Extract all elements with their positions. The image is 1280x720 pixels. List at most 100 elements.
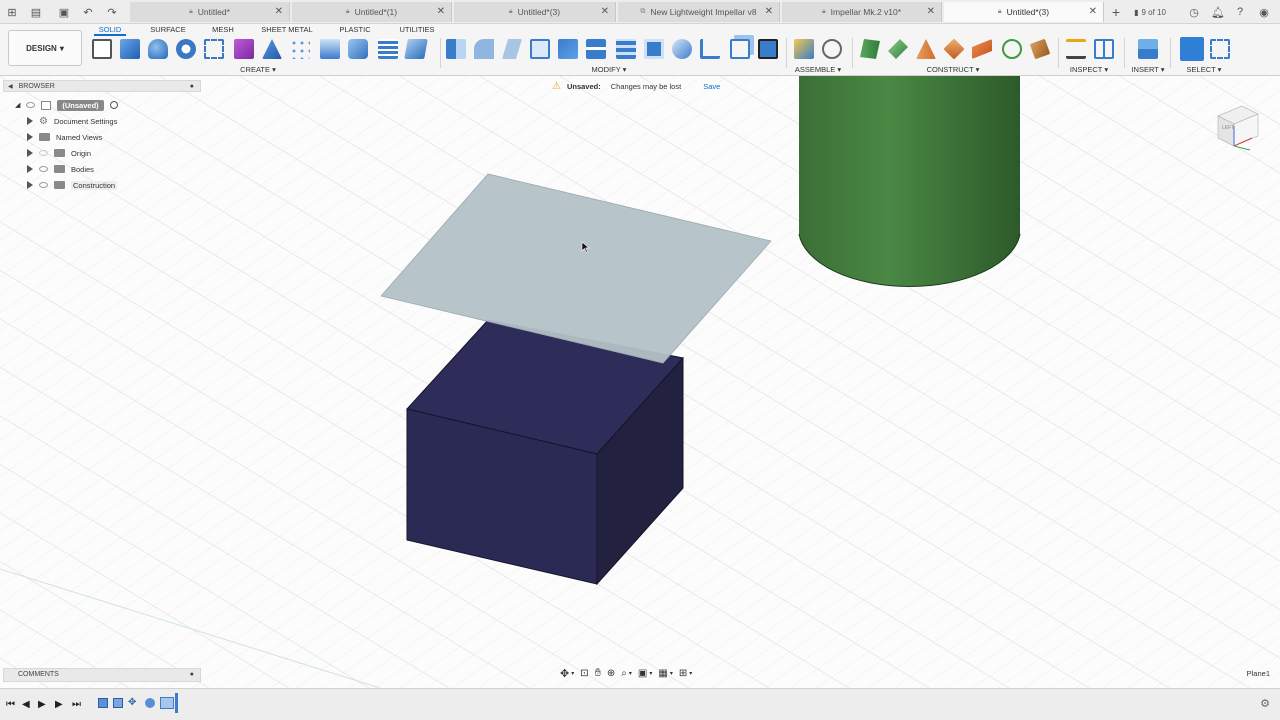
visibility-eye-icon[interactable]	[39, 182, 48, 188]
save-icon[interactable]: ▣	[56, 4, 72, 20]
measure-icon[interactable]	[1066, 39, 1086, 59]
close-tab-icon[interactable]: ✕	[1089, 6, 1097, 17]
document-tab[interactable]: 🔒︎ Untitled*(1) ✕	[292, 2, 452, 22]
play-icon[interactable]: ▶	[38, 699, 46, 710]
close-tab-icon[interactable]: ✕	[765, 6, 773, 17]
browser-item-construction[interactable]: Construction	[27, 178, 118, 192]
timeline-feature-icon[interactable]	[160, 697, 174, 709]
draft-icon[interactable]	[404, 39, 428, 59]
timeline-feature-icon[interactable]	[145, 698, 155, 708]
zoom-icon[interactable]: ⊕	[607, 668, 615, 679]
point-icon[interactable]	[1002, 39, 1022, 59]
pattern-icon[interactable]	[204, 39, 224, 59]
app-grid-icon[interactable]: ⊞	[4, 4, 20, 20]
browser-item-origin[interactable]: Origin	[27, 146, 91, 160]
display-settings-icon[interactable]: ▣	[638, 668, 647, 679]
close-tab-icon[interactable]: ✕	[601, 6, 609, 17]
delete-face-icon[interactable]	[758, 39, 778, 59]
step-forward-icon[interactable]: ▶	[55, 699, 63, 710]
timeline-settings-gear-icon[interactable]: ⚙	[1260, 697, 1270, 710]
hole-icon[interactable]	[176, 39, 196, 59]
timeline-marker[interactable]	[175, 693, 178, 713]
chevron-down-icon[interactable]: ▾	[670, 670, 673, 677]
offset-face-icon[interactable]	[502, 39, 522, 59]
align-icon[interactable]	[700, 39, 720, 59]
visibility-eye-icon[interactable]	[39, 166, 48, 172]
expand-arrow-icon[interactable]	[27, 133, 33, 141]
revolve-icon[interactable]	[148, 39, 168, 59]
collapse-icon[interactable]: ◀	[8, 83, 13, 90]
timeline-feature-icon[interactable]	[113, 698, 123, 708]
assemble-menu[interactable]: ASSEMBLE ▾	[790, 65, 846, 74]
press-pull-icon[interactable]	[320, 39, 340, 59]
document-tab[interactable]: 🔒︎ Untitled* ✕	[130, 2, 290, 22]
chevron-down-icon[interactable]: ▾	[629, 670, 632, 677]
visibility-eye-icon[interactable]	[26, 102, 36, 108]
pan-icon[interactable]: ✋︎	[595, 667, 601, 680]
move-copy-icon[interactable]	[730, 39, 750, 59]
redo-icon[interactable]: ↷	[104, 4, 120, 20]
workspace-switcher-button[interactable]: DESIGN ▾	[8, 30, 82, 66]
select-menu[interactable]: SELECT ▾	[1182, 65, 1226, 74]
thicken-icon[interactable]	[616, 39, 636, 59]
chevron-down-icon[interactable]: ▾	[571, 670, 574, 677]
extrude-icon[interactable]	[120, 39, 140, 59]
chamfer-icon[interactable]	[474, 39, 494, 59]
tab-solid[interactable]: SOLID	[94, 24, 126, 36]
combine-icon[interactable]	[558, 39, 578, 59]
grid-settings-icon[interactable]: ▦	[658, 668, 667, 679]
go-to-end-icon[interactable]: ⏭	[72, 699, 81, 710]
orbit-icon[interactable]: ✥	[560, 667, 569, 680]
midplane-icon[interactable]	[943, 38, 965, 60]
modify-menu[interactable]: MODIFY ▾	[580, 65, 638, 74]
physical-material-icon[interactable]	[672, 39, 692, 59]
user-avatar[interactable]: ◉	[1256, 4, 1272, 20]
create-form-icon[interactable]	[234, 39, 254, 59]
browser-root-row[interactable]: ◢ (Unsaved)	[15, 98, 118, 112]
visibility-eye-icon[interactable]	[39, 150, 48, 156]
loft-icon[interactable]	[262, 39, 282, 59]
inspect-menu[interactable]: INSPECT ▾	[1066, 65, 1112, 74]
document-tab-active[interactable]: 🔒︎ Untitled*(3) ✕	[944, 2, 1104, 22]
browser-header[interactable]: ◀ BROWSER ●	[3, 80, 201, 92]
joint-icon[interactable]	[822, 39, 842, 59]
save-link[interactable]: Save	[703, 82, 720, 91]
undo-icon[interactable]: ↶	[80, 4, 96, 20]
insert-image-icon[interactable]	[1138, 39, 1158, 59]
scale-icon[interactable]	[644, 39, 664, 59]
browser-item-bodies[interactable]: Bodies	[27, 162, 94, 176]
browser-item-named-views[interactable]: Named Views	[27, 130, 102, 144]
timeline-feature-icon[interactable]: ✥	[128, 698, 138, 708]
create-menu[interactable]: CREATE ▾	[230, 65, 286, 74]
split-face-icon[interactable]	[446, 39, 466, 59]
construct-menu[interactable]: CONSTRUCT ▾	[922, 65, 984, 74]
expand-triangle-icon[interactable]: ◢	[15, 101, 20, 109]
fillet-icon[interactable]	[348, 39, 368, 59]
cylinder-body[interactable]	[799, 76, 1020, 287]
shell-icon[interactable]	[378, 39, 398, 59]
history-icon[interactable]: ◷	[1186, 4, 1202, 20]
timeline-feature-icon[interactable]	[98, 698, 108, 708]
tab-surface[interactable]: SURFACE	[148, 24, 188, 36]
select-icon[interactable]	[1180, 37, 1204, 61]
replace-face-icon[interactable]	[530, 39, 550, 59]
create-sketch-icon[interactable]	[92, 39, 112, 59]
insert-menu[interactable]: INSERT ▾	[1128, 65, 1168, 74]
plane-at-angle-icon[interactable]	[888, 39, 908, 59]
browser-item-document-settings[interactable]: ⚙ Document Settings	[27, 114, 117, 128]
expand-arrow-icon[interactable]	[27, 117, 33, 125]
plane-along-path-icon[interactable]	[1029, 38, 1051, 60]
pin-icon[interactable]: ●	[190, 83, 194, 90]
expand-arrow-icon[interactable]	[27, 181, 33, 189]
split-body-icon[interactable]	[586, 39, 606, 59]
go-to-start-icon[interactable]: ⏮	[6, 699, 15, 710]
fit-icon[interactable]: ⌕	[621, 668, 627, 679]
section-analysis-icon[interactable]	[1094, 39, 1114, 59]
document-tab[interactable]: ⧉ New Lightweight Impellar v8 ✕	[618, 2, 780, 22]
tab-sheet-metal[interactable]: SHEET METAL	[258, 24, 316, 36]
file-menu-icon[interactable]: ▤	[28, 4, 44, 20]
tangent-plane-icon[interactable]	[916, 39, 936, 59]
job-status[interactable]: ▮ 9 of 10	[1130, 4, 1170, 20]
tab-utilities[interactable]: UTILITIES	[396, 24, 438, 36]
help-icon[interactable]: ?	[1232, 4, 1248, 20]
